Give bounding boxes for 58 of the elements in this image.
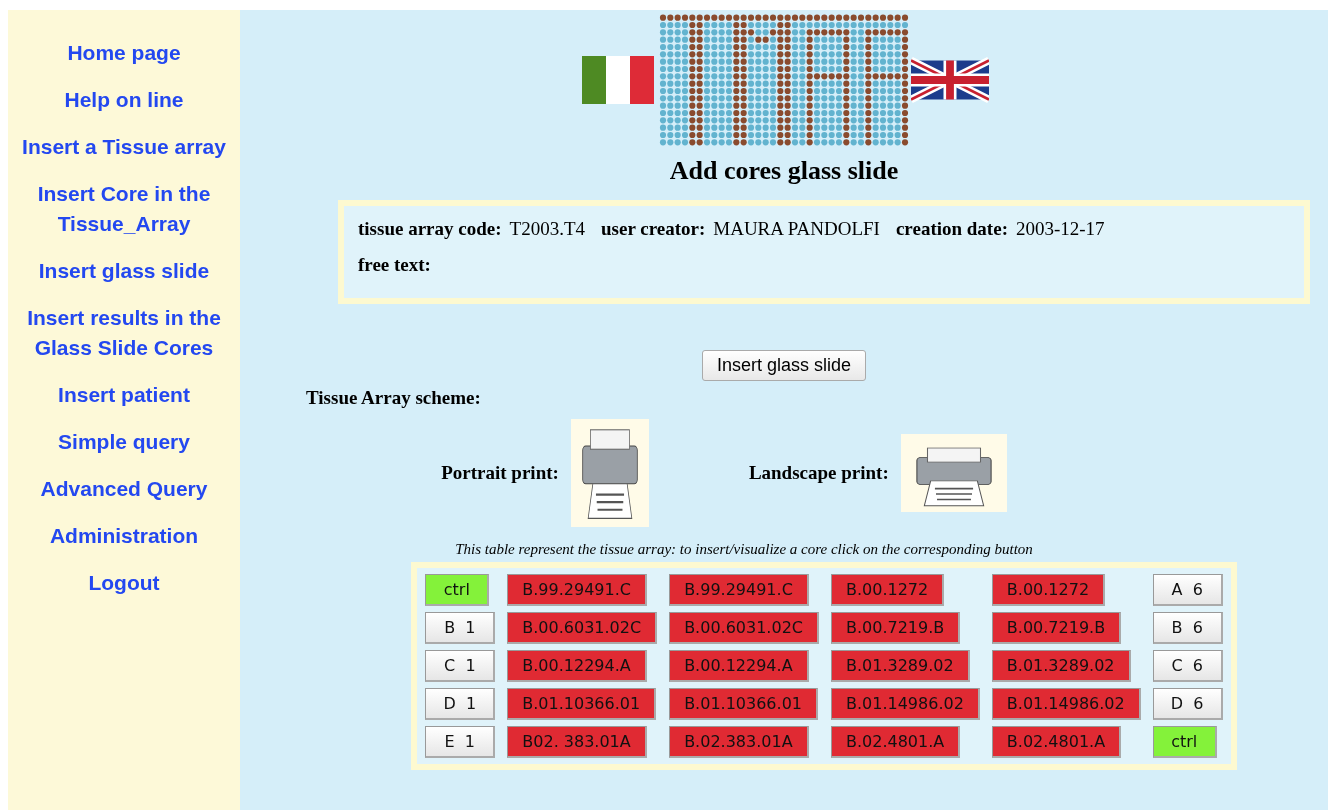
core-button[interactable]: B.01.10366.01 [507,688,657,720]
core-button[interactable]: E 1 [425,726,496,758]
sidebar-link[interactable]: Advanced Query [38,468,210,515]
sidebar-link[interactable]: Simple query [56,421,192,468]
printer-icon[interactable] [900,434,1007,512]
core-button[interactable]: B.00.12294.A [669,650,809,682]
core-button[interactable]: A 6 [1152,574,1223,606]
core-button[interactable]: B.02.4801.A [831,726,961,758]
field-label: tissue array code: [358,218,502,240]
core-button[interactable]: B 6 [1152,612,1223,644]
core-button[interactable]: B.99.29491.C [507,574,647,606]
sidebar-link[interactable]: Insert Core in the Tissue_Array [8,173,240,250]
core-button[interactable]: B.00.7219.B [991,612,1122,644]
core-button[interactable]: B.00.1272 [991,574,1106,606]
core-button[interactable]: B.00.1272 [831,574,945,606]
field-label: creation date: [895,218,1008,240]
core-button[interactable]: B.00.6031.02C [507,612,658,644]
print-label: Portrait print: [441,462,559,484]
sidebar-link[interactable]: Administration [47,515,201,562]
printer-icon[interactable] [570,419,649,527]
sidebar-link[interactable]: Insert glass slide [36,250,212,297]
core-button[interactable]: B02. 383.01A [507,726,647,758]
core-button[interactable]: B.00.6031.02C [669,612,819,644]
core-button[interactable]: B.02.383.01A [669,726,809,758]
section-label: Tissue Array scheme: [306,387,481,409]
british-flag-icon[interactable] [911,56,989,104]
core-button[interactable]: C 6 [1152,650,1223,682]
italian-flag-icon[interactable] [579,56,657,104]
sidebar-link[interactable]: Insert results in the Glass Slide Cores [8,297,240,374]
core-button[interactable]: B.00.7219.B [831,612,961,644]
core-button[interactable]: B.99.29491.C [669,574,809,606]
field-value: 2003-12-17 [1015,218,1105,240]
insert-glass-slide-button[interactable]: Insert glass slide [701,350,867,381]
field-label: user creator: [601,218,706,240]
core-button[interactable]: D 1 [425,688,496,720]
page-title: Add cores glass slide [669,156,899,186]
core-button[interactable]: B.02.4801.A [991,726,1122,758]
core-button[interactable]: B.01.3289.02 [991,650,1131,682]
core-button[interactable]: ctrl [425,574,490,606]
field-label: free text: [358,254,431,276]
field-value: MAURA PANDOLFI [713,218,880,240]
core-button[interactable]: B.00.12294.A [507,650,647,682]
core-button[interactable]: B.01.3289.02 [831,650,970,682]
core-button[interactable]: B 1 [425,612,496,644]
sidebar-link[interactable]: Logout [86,562,162,609]
core-button[interactable]: B.01.14986.02 [831,688,980,720]
core-button[interactable]: ctrl [1152,726,1217,758]
field-value: T2003.T4 [509,218,585,240]
sidebar-link[interactable]: Home page [65,32,183,79]
core-button[interactable]: D 6 [1152,688,1223,720]
core-button[interactable]: B.01.14986.02 [991,688,1141,720]
print-label: Landscape print: [748,462,889,484]
table-caption: This table represent the tissue array: to insert/visualize a core click on the corresponding button [455,541,1033,558]
core-button[interactable]: C 1 [425,650,496,682]
sidebar-link[interactable]: Insert patient [56,374,192,421]
sidebar-link[interactable]: Help on line [62,79,186,126]
core-button[interactable]: B.01.10366.01 [669,688,818,720]
sidebar-link[interactable]: Insert a Tissue array [20,126,228,173]
